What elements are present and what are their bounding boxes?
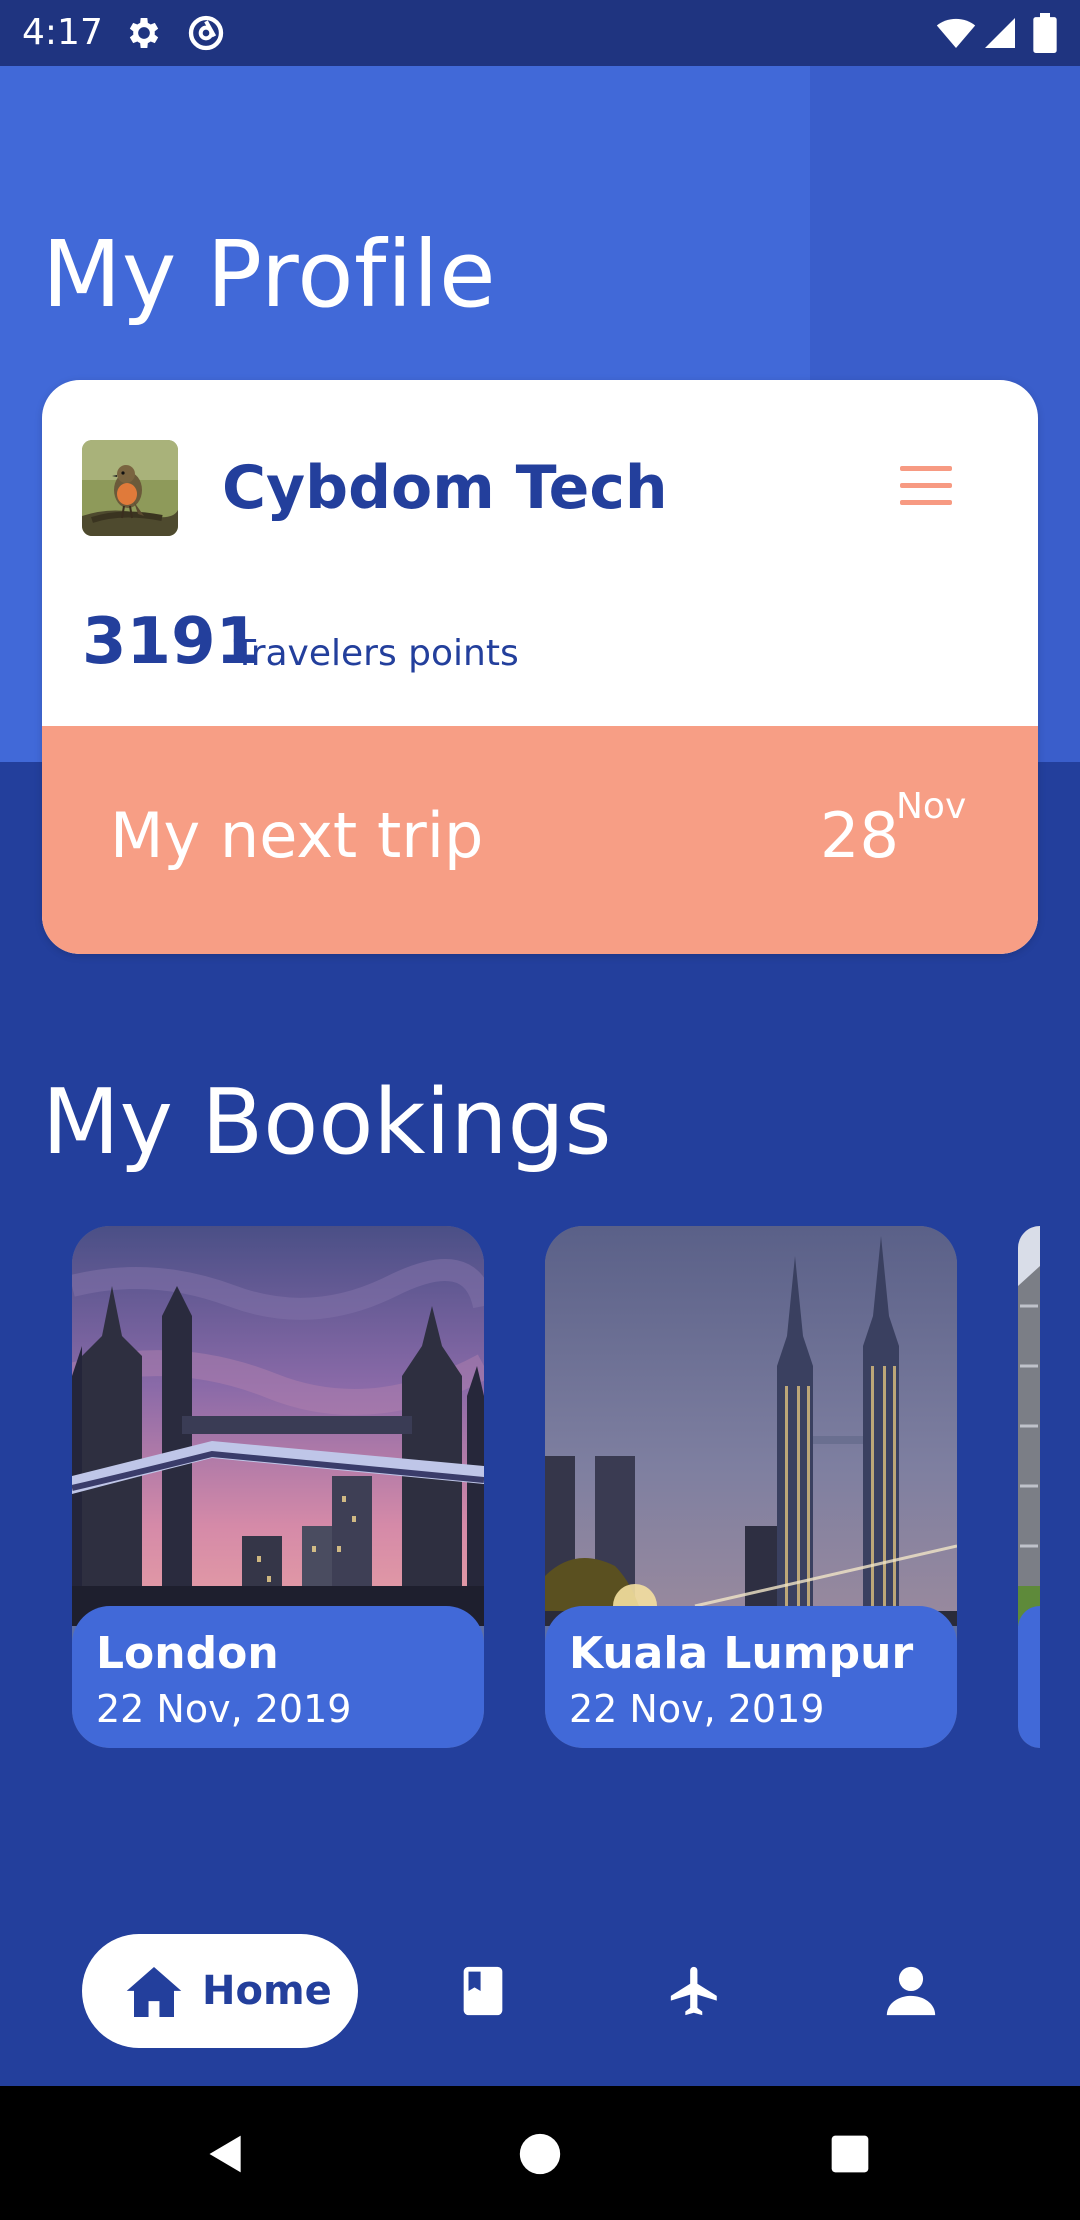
bookings-title: My Bookings	[42, 1070, 612, 1175]
eiffel-tower-photo	[1018, 1226, 1040, 1626]
booking-city: London	[96, 1628, 279, 1679]
bottom-navigation: Home	[0, 1880, 1080, 2086]
profile-name: Cybdom Tech	[222, 453, 668, 523]
book-icon[interactable]	[454, 1962, 512, 2020]
booking-card-london[interactable]: London 22 Nov, 2019	[72, 1226, 484, 1748]
status-bar: 4:17	[0, 0, 1080, 66]
booking-card-kuala-lumpur[interactable]: Kuala Lumpur 22 Nov, 2019	[545, 1226, 957, 1748]
booking-info: Kuala Lumpur 22 Nov, 2019	[545, 1606, 957, 1748]
booking-info: London 22 Nov, 2019	[72, 1606, 484, 1748]
tower-bridge-photo	[72, 1226, 484, 1626]
gear-icon	[124, 13, 164, 53]
home-icon	[126, 1967, 182, 2017]
next-trip-day: 28	[820, 799, 899, 872]
booking-card-partial[interactable]	[1018, 1226, 1040, 1748]
next-trip-month: Nov	[896, 786, 967, 827]
page-title: My Profile	[42, 221, 497, 328]
wifi-icon	[934, 13, 978, 53]
person-icon[interactable]	[882, 1962, 940, 2020]
battery-icon	[1032, 13, 1058, 53]
airplane-icon[interactable]	[666, 1962, 724, 2020]
next-trip-banner[interactable]: My next trip 28 Nov	[42, 726, 1038, 954]
status-time: 4:17	[22, 12, 103, 53]
booking-date: 22 Nov, 2019	[96, 1687, 352, 1731]
nav-home-label: Home	[202, 1968, 332, 2014]
points-label: Travelers points	[234, 633, 519, 674]
system-navigation-bar	[0, 2086, 1080, 2220]
hamburger-icon[interactable]	[900, 466, 952, 506]
avatar[interactable]	[82, 440, 178, 536]
home-circle-icon[interactable]	[518, 2132, 562, 2176]
at-sign-icon	[186, 13, 226, 53]
booking-info	[1018, 1606, 1040, 1748]
profile-card: Cybdom Tech 3191 Travelers points My nex…	[42, 380, 1038, 954]
petronas-towers-photo	[545, 1226, 957, 1626]
nav-home-button[interactable]: Home	[82, 1934, 358, 2048]
signal-icon	[982, 13, 1018, 53]
back-icon[interactable]	[204, 2132, 248, 2176]
booking-date: 22 Nov, 2019	[569, 1687, 825, 1731]
booking-city: Kuala Lumpur	[569, 1628, 914, 1679]
next-trip-label: My next trip	[110, 799, 484, 872]
recents-icon[interactable]	[828, 2132, 872, 2176]
